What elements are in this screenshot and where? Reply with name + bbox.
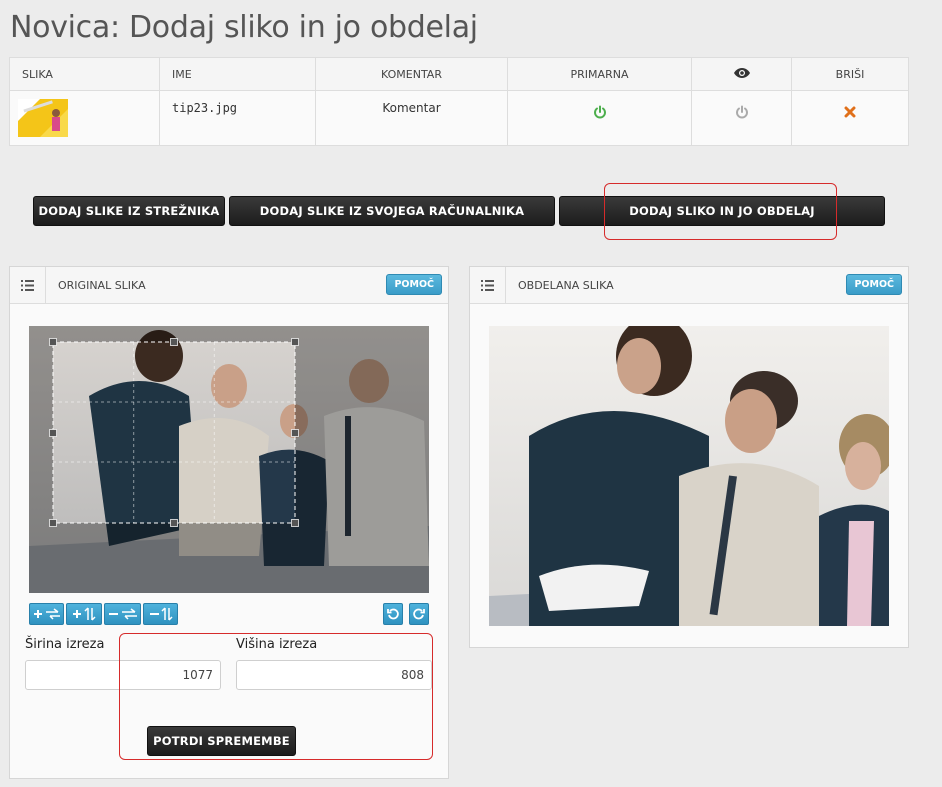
rotate-left-button[interactable] (383, 603, 403, 625)
add-from-server-button[interactable]: DODAJ SLIKE IZ STREŽNIKA (33, 196, 225, 226)
crop-width-label: Širina izreza (25, 637, 105, 652)
zoom-out-horizontal-button[interactable] (104, 603, 141, 625)
plus-vertical-icon (73, 607, 96, 621)
plus-horizontal-icon (33, 608, 60, 620)
list-icon (470, 267, 506, 303)
table-row: tip23.jpg Komentar (9, 90, 909, 146)
add-from-computer-button[interactable]: DODAJ SLIKE IZ SVOJEGA RAČUNALNIKA (229, 196, 555, 226)
col-header-ime: IME (159, 57, 316, 91)
zoom-in-vertical-button[interactable] (66, 603, 102, 625)
col-header-slika: SLIKA (9, 57, 160, 91)
cell-brisi (791, 90, 909, 146)
highlight-add-and-edit (604, 183, 837, 240)
cell-visibility (691, 90, 792, 146)
images-table: SLIKA IME KOMENTAR PRIMARNA BRIŠI tip23.… (9, 57, 909, 146)
original-help-button[interactable]: POMOČ (386, 274, 442, 295)
rotate-right-button[interactable] (409, 603, 429, 625)
highlight-crop-controls (119, 633, 433, 760)
table-header-row: SLIKA IME KOMENTAR PRIMARNA BRIŠI (9, 57, 909, 91)
edited-panel-header: OBDELANA SLIKA POMOČ (470, 267, 908, 304)
zoom-in-horizontal-button[interactable] (29, 603, 64, 625)
page-title: Novica: Dodaj sliko in jo obdelaj (10, 10, 478, 45)
original-panel-header: ORIGINAL SLIKA POMOČ (10, 267, 448, 304)
edited-help-button[interactable]: POMOČ (846, 274, 902, 295)
rotate-left-icon (387, 608, 399, 620)
eye-icon (733, 67, 750, 78)
zoom-out-vertical-button[interactable] (143, 603, 178, 625)
col-header-brisi: BRIŠI (791, 57, 909, 91)
cell-thumbnail (9, 90, 160, 146)
col-header-komentar: KOMENTAR (315, 57, 508, 91)
power-on-icon[interactable] (593, 105, 607, 119)
cell-primarna (507, 90, 692, 146)
minus-horizontal-icon (108, 608, 137, 620)
original-image-canvas[interactable] (29, 326, 429, 593)
edited-image-preview (489, 326, 889, 626)
col-header-visibility (691, 57, 792, 91)
rotate-right-icon (413, 608, 425, 620)
edited-panel-title: OBDELANA SLIKA (518, 279, 614, 292)
list-icon (10, 267, 46, 303)
original-panel-title: ORIGINAL SLIKA (58, 279, 146, 292)
cell-ime: tip23.jpg (159, 90, 316, 146)
col-header-primarna: PRIMARNA (507, 57, 692, 91)
minus-vertical-icon (149, 607, 173, 621)
delete-icon[interactable] (844, 106, 856, 118)
power-off-icon[interactable] (735, 105, 749, 119)
image-thumbnail[interactable] (18, 99, 68, 137)
cell-komentar[interactable]: Komentar (315, 90, 508, 146)
